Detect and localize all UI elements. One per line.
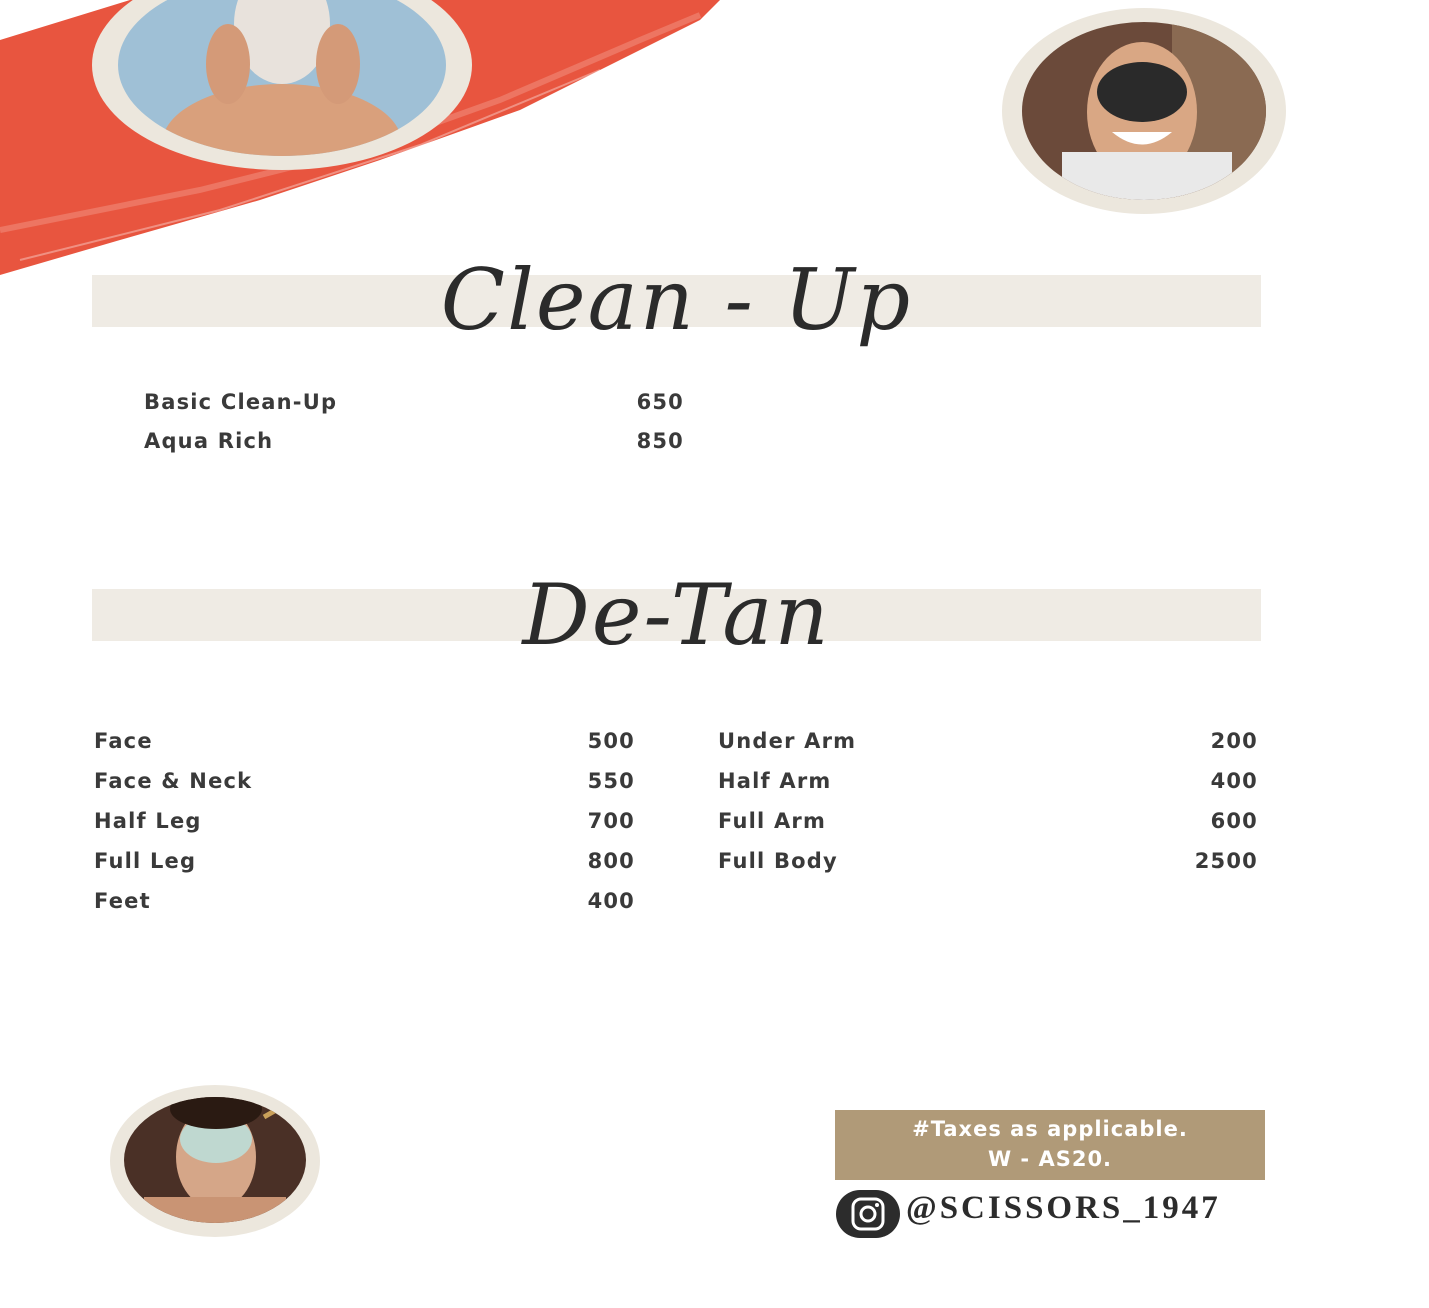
menu-item-name: Basic Clean-Up [144,390,338,414]
cleanup-title: Clean - Up [440,251,913,349]
photo-man-black-mask [1002,8,1286,214]
menu-item-name: Full Arm [718,809,827,833]
photo-man-green-mask [110,1085,320,1237]
taxes-note: #Taxes as applicable. W - AS20. [835,1110,1265,1180]
menu-item-price: 400 [1210,769,1258,793]
menu-item-name: Half Arm [718,769,832,793]
menu-item-price: 400 [587,889,635,913]
menu-item-name: Full Body [718,849,838,873]
menu-item-name: Aqua Rich [144,429,274,453]
menu-item-price: 200 [1210,729,1258,753]
man-green-mask-image [124,1097,306,1223]
man-black-mask-image [1022,22,1266,200]
instagram-icon[interactable] [836,1190,900,1238]
detan-title: De-Tan [522,566,831,664]
menu-item-name: Face & Neck [94,769,253,793]
menu-item-price: 650 [636,390,684,414]
man-white-mask-image [118,0,446,156]
menu-item-name: Feet [94,889,151,913]
menu-item-price: 800 [587,849,635,873]
menu-item-price: 600 [1210,809,1258,833]
menu-item-price: 700 [587,809,635,833]
menu-item-name: Face [94,729,153,753]
taxes-line-2: W - AS20. [987,1147,1113,1171]
menu-item-name: Half Leg [94,809,202,833]
menu-item-name: Full Leg [94,849,197,873]
menu-item-name: Under Arm [718,729,857,753]
menu-item-price: 550 [587,769,635,793]
menu-item-price: 2500 [1194,849,1258,873]
taxes-line-1: #Taxes as applicable. [912,1117,1188,1141]
menu-item-price: 850 [636,429,684,453]
menu-item-price: 500 [587,729,635,753]
instagram-handle[interactable]: @SCISSORS_1947 [906,1190,1221,1227]
